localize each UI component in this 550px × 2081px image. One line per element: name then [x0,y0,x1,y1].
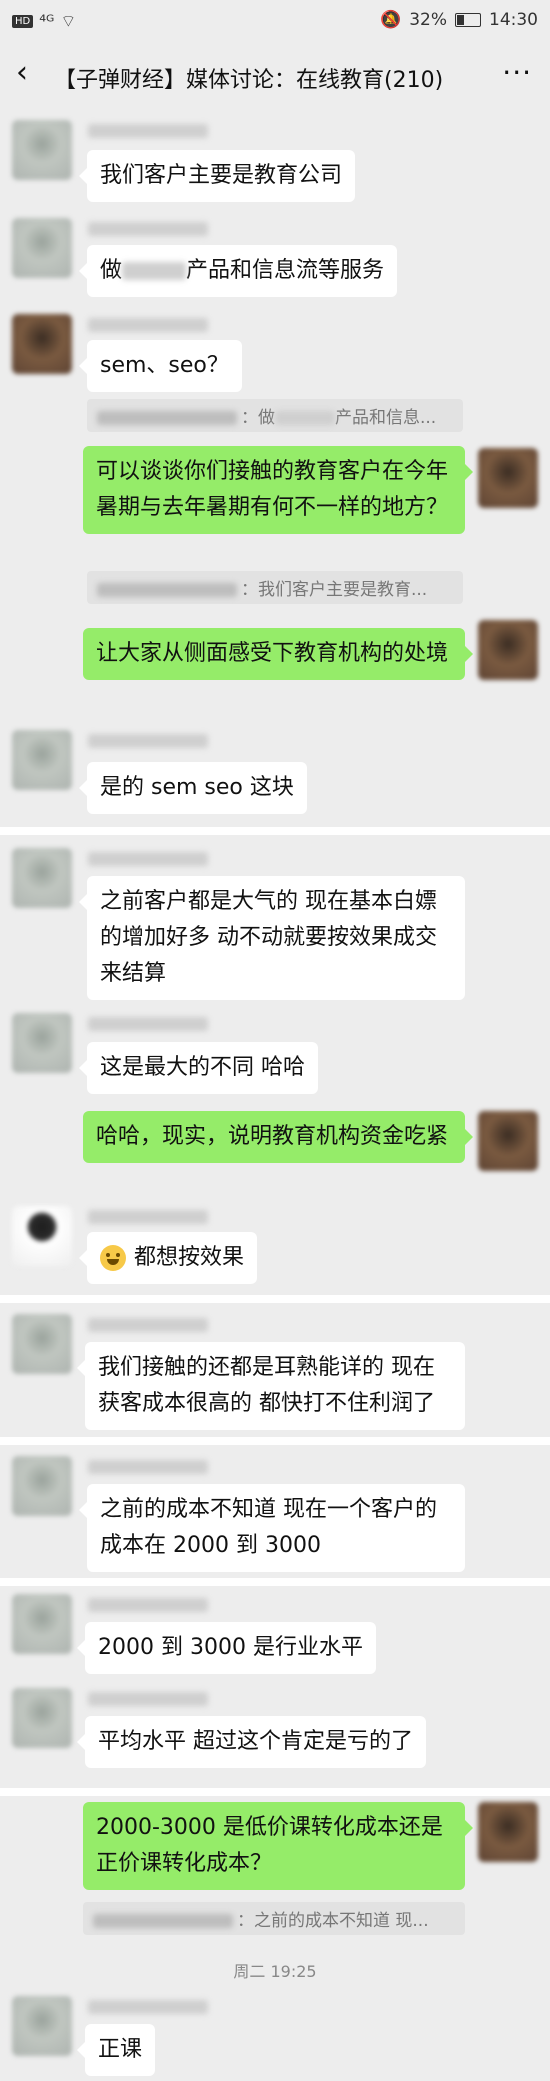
message-bubble[interactable]: 平均水平 超过这个肯定是亏的了 [77,1716,426,1768]
sender-name-blurred [88,1692,208,1706]
quote-text: ：之前的成本不知道 现... [237,1911,429,1931]
quote-text: ：我们客户主要是教育... [241,580,428,600]
quoted-reply[interactable]: ：之前的成本不知道 现... [83,1902,465,1935]
message-bubble[interactable]: 哈哈，现实，说明教育机构资金吃紧 [83,1111,473,1163]
quoted-reply[interactable]: ：做 产品和信息... [87,399,463,432]
message-bubble[interactable]: 可以谈谈你们接触的教育客户在今年暑期与去年暑期有何不一样的地方？ [83,446,473,534]
mute-icon: 🔕 [380,10,402,30]
message-bubble[interactable]: 是的 sem seo 这块 [79,762,307,814]
section-divider [0,1788,550,1796]
avatar[interactable] [12,218,72,278]
message-bubble[interactable]: 正课 [76,2024,156,2076]
sender-name-blurred [88,318,208,332]
avatar[interactable] [12,848,72,908]
quoted-sender-blurred [97,411,237,425]
quoted-sender-blurred [97,583,237,597]
avatar[interactable] [12,120,72,180]
message-bubble[interactable]: 之前的成本不知道 现在一个客户的成本在 2000 到 3000 [79,1484,465,1572]
sender-name-blurred [88,734,208,748]
quote-text: 产品和信息... [335,408,437,428]
section-divider [0,1578,550,1586]
avatar[interactable] [12,730,72,790]
more-icon[interactable]: ··· [502,56,532,89]
message-bubble[interactable]: 这是最大的不同 哈哈 [79,1042,318,1094]
sender-name-blurred [88,124,208,138]
message-bubble[interactable]: 做 产品和信息流等服务 [78,245,398,297]
message-bubble[interactable]: 我们接触的还都是耳熟能详的 现在获客成本很高的 都快打不住利润了 [77,1342,465,1430]
status-bar: HD ⁴ᴳ ⌔ 🔕 32% 14:30 [0,0,550,42]
avatar[interactable] [12,1013,72,1073]
my-avatar[interactable] [478,448,538,508]
sender-name-blurred [88,2000,208,2014]
clock: 14:30 [489,10,538,30]
avatar[interactable] [12,1688,72,1748]
grinning-sweat-emoji-icon [100,1245,126,1271]
message-bubble[interactable]: 2000 到 3000 是行业水平 [77,1622,376,1674]
chat-title: 【子弹财经】媒体讨论：在线教育(210) [54,68,444,93]
avatar[interactable] [12,1594,72,1654]
sender-name-blurred [88,1017,208,1031]
redacted-text [122,262,187,280]
redacted-text [275,411,335,425]
sender-name-blurred [88,1598,208,1612]
sender-name-blurred [88,852,208,866]
quoted-sender-blurred [93,1914,233,1928]
message-text: 做 [100,258,123,283]
sender-name-blurred [88,222,208,236]
message-bubble[interactable]: 让大家从侧面感受下教育机构的处境 [83,628,473,680]
signal-icon: ⁴ᴳ [39,11,55,32]
section-divider [0,1295,550,1303]
section-divider [0,827,550,835]
battery-icon [455,13,481,27]
avatar[interactable] [12,1314,72,1374]
avatar[interactable] [12,1456,72,1516]
section-divider [0,1437,550,1445]
message-text: 都想按效果 [134,1245,245,1270]
avatar[interactable] [12,314,72,374]
my-avatar[interactable] [478,1111,538,1171]
timestamp: 周二 19:25 [233,1962,317,1981]
quote-text: ：做 [241,408,275,428]
back-icon[interactable]: ‹ [16,58,28,88]
avatar[interactable] [12,1206,72,1266]
message-text: 产品和信息流等服务 [186,258,385,283]
message-bubble[interactable]: 之前客户都是大气的 现在基本白嫖的增加好多 动不动就要按效果成交来结算 [79,876,465,1000]
wifi-icon: ⌔ [60,12,77,32]
sender-name-blurred [88,1318,208,1332]
message-bubble[interactable]: sem、seo？ [79,340,242,392]
avatar[interactable] [12,1996,72,2056]
battery-level: 32% [409,10,447,30]
my-avatar[interactable] [478,620,538,680]
sender-name-blurred [88,1460,208,1474]
quoted-reply[interactable]: ：我们客户主要是教育... [87,571,463,604]
message-bubble[interactable]: 2000-3000 是低价课转化成本还是正价课转化成本？ [83,1802,473,1890]
my-avatar[interactable] [478,1802,538,1862]
sender-name-blurred [88,1210,208,1224]
message-bubble[interactable]: 都想按效果 [78,1232,258,1284]
hd-icon: HD [12,15,34,28]
chat-header: ‹ 【子弹财经】媒体讨论：在线教育(210) ··· [0,42,550,108]
message-bubble[interactable]: 我们客户主要是教育公司 [78,150,356,202]
